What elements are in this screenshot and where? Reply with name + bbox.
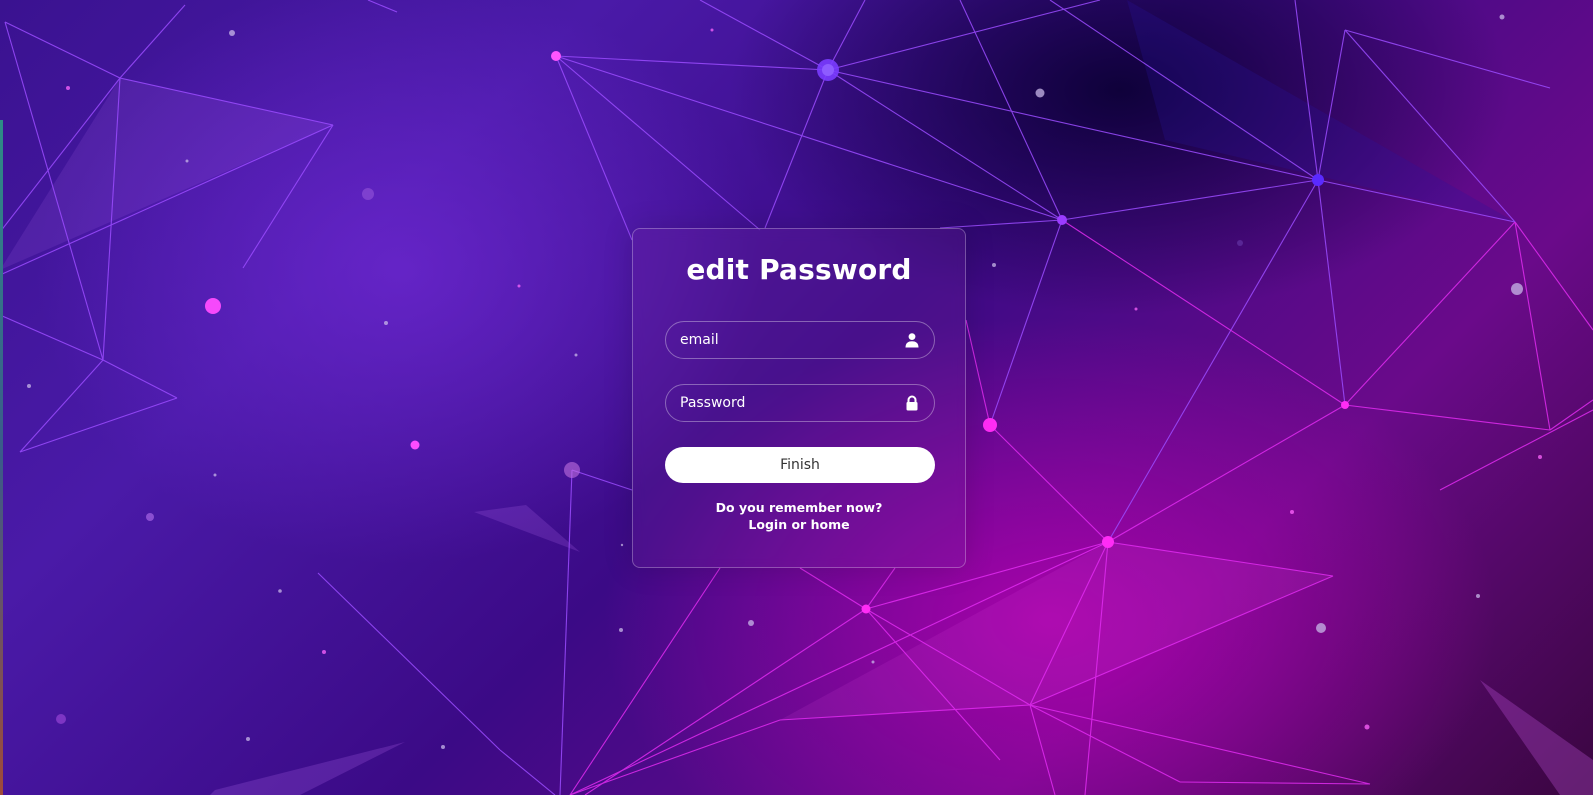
window-edge-strip xyxy=(0,120,3,795)
password-field-container xyxy=(665,384,935,422)
finish-button[interactable]: Finish xyxy=(665,447,935,483)
or-text: or xyxy=(791,517,807,532)
password-input[interactable] xyxy=(680,385,880,421)
home-link[interactable]: home xyxy=(811,517,850,532)
auth-links: Login or home xyxy=(633,516,965,533)
email-input[interactable] xyxy=(680,322,880,358)
edit-password-card: edit Password Finish Do you remember now… xyxy=(632,228,966,568)
email-field-container xyxy=(665,321,935,359)
remember-text: Do you remember now? xyxy=(715,500,883,515)
remember-prompt: Do you remember now? Login or home xyxy=(633,499,965,533)
lock-icon xyxy=(906,395,918,411)
login-link[interactable]: Login xyxy=(748,517,787,532)
page-background: edit Password Finish Do you remember now… xyxy=(0,0,1593,795)
page-title: edit Password xyxy=(686,253,912,286)
user-icon xyxy=(905,333,919,348)
